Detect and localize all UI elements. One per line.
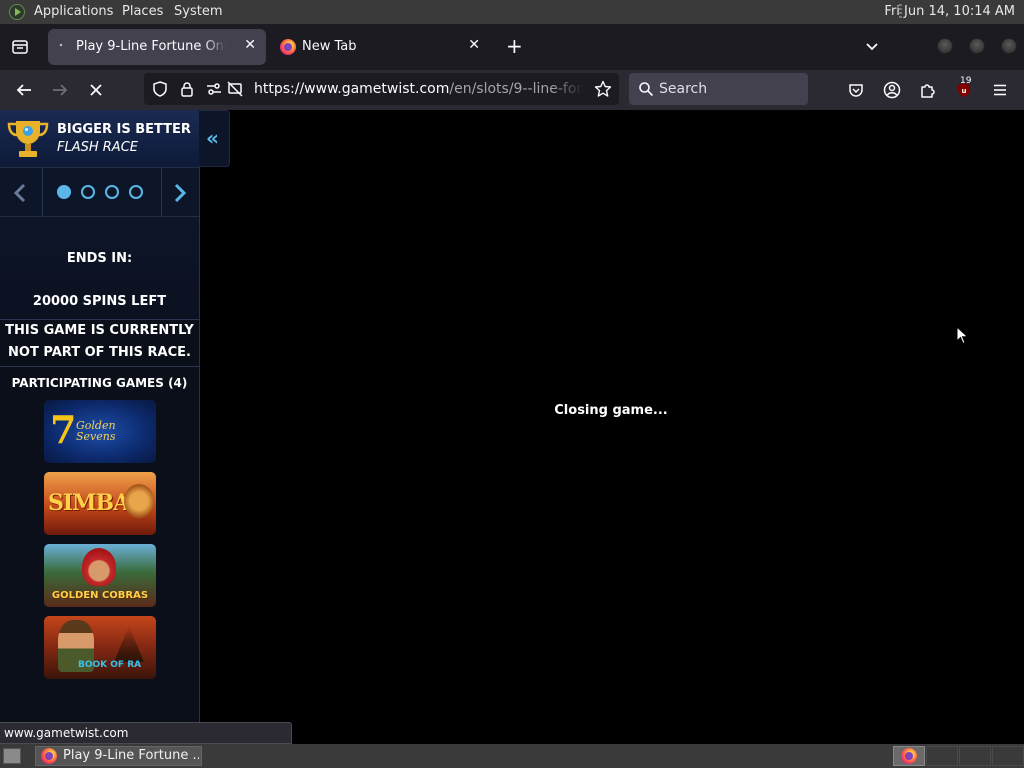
game-logo-text: Golden Sevens [76,419,116,443]
tracking-protection-shield-icon[interactable] [152,81,168,97]
notice-line-2: NOT PART OF THIS RACE. [8,345,191,360]
spins-left-label: 20000 SPINS LEFT [32,294,167,309]
carousel-divider [161,168,162,216]
hamburger-menu-icon[interactable] [991,81,1009,99]
game-logo-text: BOOK OF RA [78,660,142,670]
mouse-pointer-icon [956,326,969,345]
link-status-tooltip: www.gametwist.com [0,722,292,744]
new-tab-button[interactable]: + [506,36,523,56]
race-subtitle: FLASH RACE [57,140,138,155]
show-desktop-icon[interactable] [3,748,21,764]
maximize-window-button[interactable] [969,38,985,54]
taskbar-window-button[interactable]: Play 9-Line Fortune ... [35,746,202,766]
account-icon[interactable] [883,81,901,99]
carousel-dot[interactable] [81,185,95,199]
status-url: www.gametwist.com [4,726,129,740]
search-icon [639,82,654,97]
forward-arrow-icon[interactable] [51,81,69,99]
game-logo-text: GOLDEN COBRAS [51,590,149,601]
tab-strip: Play 9-Line Fortune Online ✕ New Tab ✕ + [0,24,1024,70]
race-carousel [0,167,199,217]
chevron-right-icon[interactable] [173,182,187,204]
clock[interactable]: Fri Jun 14, 10:14 AM [884,4,1015,19]
carousel-dot[interactable] [129,185,143,199]
ublock-count-badge: 19 [960,76,972,86]
url-text[interactable]: https://www.gametwist.com/en/slots/9--li… [254,81,584,97]
game-tile-golden-cobras[interactable]: GOLDEN COBRAS [44,544,156,607]
url-bar[interactable]: https://www.gametwist.com/en/slots/9--li… [144,73,619,105]
workspace-4[interactable] [992,746,1024,766]
game-logo-text: SIMBA [48,490,130,516]
tab-title: New Tab [302,39,357,54]
taskbar: Play 9-Line Fortune ... [0,744,1024,768]
pyramid-shape [114,626,144,662]
game-tile-simba[interactable]: SIMBA [44,472,156,535]
url-path: /en/slots/9--line-fortune [449,81,584,97]
stop-loading-icon[interactable] [87,81,105,99]
close-window-button[interactable] [1001,38,1017,54]
seven-logo: 7 [50,407,77,452]
flash-race-sidebar: BIGGER IS BETTER FLASH RACE ENDS IN: 200… [0,110,200,744]
tab-title: Play 9-Line Fortune Online [76,39,226,54]
race-header: BIGGER IS BETTER FLASH RACE [0,110,199,167]
tab-new-tab[interactable]: New Tab ✕ [276,29,490,65]
url-domain: https://www.gametwist.com [254,81,450,97]
notice-line-1: THIS GAME IS CURRENTLY [5,323,194,338]
taskbar-window-title: Play 9-Line Fortune ... [63,748,199,763]
navigation-toolbar: https://www.gametwist.com/en/slots/9--li… [0,70,1024,110]
trophy-icon [7,121,49,157]
firefox-view-icon[interactable] [11,38,29,56]
close-tab-icon[interactable]: ✕ [468,37,480,53]
firefox-icon [41,748,57,764]
race-eligibility-notice: THIS GAME IS CURRENTLY NOT PART OF THIS … [0,319,199,367]
firefox-icon [280,39,296,55]
lion-icon [124,484,154,518]
page-content: BIGGER IS BETTER FLASH RACE ENDS IN: 200… [0,110,1024,744]
minimize-window-button[interactable] [937,38,953,54]
search-input[interactable] [659,79,799,99]
workspace-2[interactable] [926,746,958,766]
carousel-dot[interactable] [105,185,119,199]
places-menu[interactable]: Places [122,4,163,19]
permissions-icon[interactable] [206,81,222,97]
carousel-divider [42,168,43,216]
distro-logo-icon[interactable] [9,4,25,20]
closing-game-message: Closing game... [554,403,668,418]
game-tile-golden-sevens[interactable]: 7 Golden Sevens [44,400,156,463]
tab-play-9-line-fortune[interactable]: Play 9-Line Fortune Online ✕ [48,29,266,65]
close-tab-icon[interactable]: ✕ [244,37,256,53]
bookmark-star-icon[interactable] [594,80,612,98]
top-panel: Applications Places System Fri Jun 14, 1… [0,0,1024,24]
race-info: ENDS IN: 20000 SPINS LEFT [0,217,199,319]
ends-in-label: ENDS IN: [66,251,133,266]
pocket-icon[interactable] [847,81,865,99]
character-portrait [82,548,116,586]
extensions-puzzle-icon[interactable] [919,81,937,99]
loading-favicon-icon [59,43,63,47]
carousel-dot[interactable] [57,185,71,199]
firefox-icon [901,748,917,764]
double-chevron-left-icon: « [206,126,219,150]
workspace-3[interactable] [959,746,991,766]
race-title: BIGGER IS BETTER [57,122,191,137]
game-tile-book-of-ra[interactable]: BOOK OF RA [44,616,156,679]
collapse-sidebar-button[interactable]: « [199,110,230,167]
chevron-down-icon[interactable] [864,38,880,54]
chevron-left-icon[interactable] [13,182,27,204]
back-arrow-icon[interactable] [15,81,33,99]
lock-icon[interactable] [179,81,195,97]
blocked-autoplay-icon[interactable] [227,81,243,97]
search-box[interactable] [629,73,808,105]
applications-menu[interactable]: Applications [34,4,113,19]
workspace-1[interactable] [893,746,925,766]
participating-games-heading: PARTICIPATING GAMES (4) [11,376,188,390]
system-menu[interactable]: System [174,4,222,19]
svg-text:u: u [962,87,967,95]
